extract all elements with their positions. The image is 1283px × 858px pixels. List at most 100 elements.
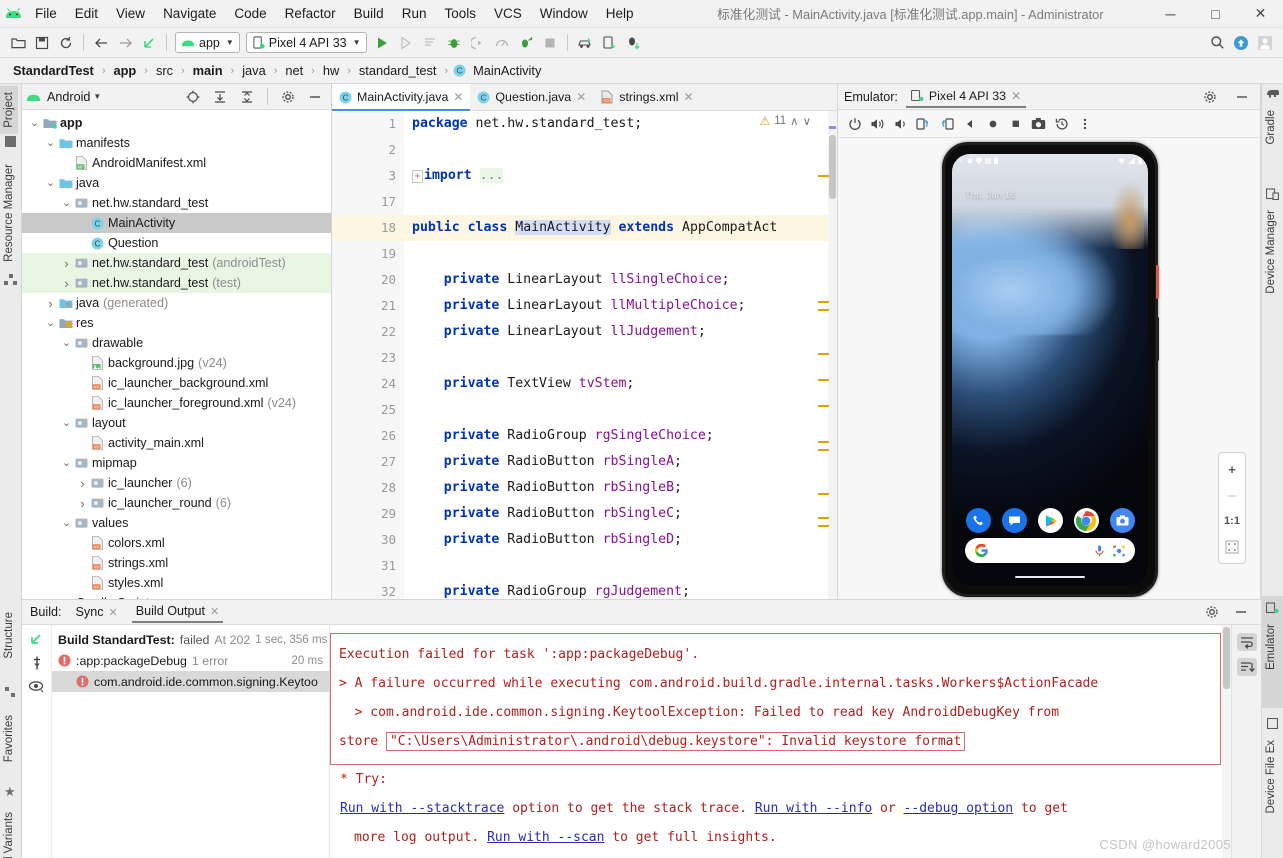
tree-row[interactable]: › ic_launcher (6): [22, 473, 331, 493]
build-log[interactable]: Execution failed for task ':app:packageD…: [330, 625, 1231, 858]
run-with-stacktrace-link[interactable]: Run with --stacktrace: [340, 801, 504, 816]
tree-row[interactable]: <> styles.xml: [22, 573, 331, 593]
build-tree-row[interactable]: com.android.ide.common.signing.Keytoo: [52, 671, 329, 692]
rotate-left-icon[interactable]: [913, 113, 934, 134]
menu-item-edit[interactable]: Edit: [66, 2, 107, 25]
settings-gear-icon[interactable]: [1200, 600, 1224, 624]
chevron-right-icon[interactable]: ›: [76, 496, 89, 511]
build-tree[interactable]: Build StandardTest: failed At 202 1 sec, 35…: [52, 625, 330, 858]
emulator-device-frame[interactable]: 1: Thu, Jun 16: [942, 142, 1159, 597]
chevron-down-icon[interactable]: ⌄: [44, 178, 57, 189]
tree-row[interactable]: ⌄ net.hw.standard_test: [22, 193, 331, 213]
tree-row[interactable]: ⌄ mipmap: [22, 453, 331, 473]
menu-item-run[interactable]: Run: [393, 2, 436, 25]
tree-row[interactable]: › net.hw.standard_test (test): [22, 273, 331, 293]
build-tree-row[interactable]: Build StandardTest: failed At 202 1 sec, 35…: [52, 629, 329, 650]
back-icon[interactable]: [959, 113, 980, 134]
emulator-stage[interactable]: 1: Thu, Jun 16 + ─ 1:1: [838, 138, 1260, 599]
chevron-right-icon[interactable]: ›: [44, 296, 57, 311]
tree-row[interactable]: C MainActivity: [22, 213, 331, 233]
profiler-icon[interactable]: [490, 31, 514, 55]
close-icon[interactable]: ✕: [453, 90, 463, 104]
sdk-manager-icon[interactable]: [597, 31, 621, 55]
tree-row[interactable]: ⌄ layout: [22, 413, 331, 433]
editor-tab-question[interactable]: C Question.java ✕: [470, 84, 593, 110]
history-icon[interactable]: [1051, 113, 1072, 134]
chevron-down-icon[interactable]: ⌄: [44, 318, 57, 329]
menu-item-help[interactable]: Help: [597, 2, 643, 25]
breadcrumb-item-net[interactable]: net: [282, 62, 306, 79]
tree-row[interactable]: ⌄ values: [22, 513, 331, 533]
debug-icon[interactable]: [442, 31, 466, 55]
code-line[interactable]: private RadioButton rbSingleA;: [404, 449, 837, 475]
build-tab-build-output[interactable]: Build Output ✕: [131, 601, 224, 623]
phone-app-icon[interactable]: [965, 508, 991, 533]
chevron-down-icon[interactable]: ⌄: [44, 138, 57, 149]
undo-icon[interactable]: [137, 31, 161, 55]
expand-all-icon[interactable]: [208, 85, 232, 109]
menu-item-build[interactable]: Build: [345, 2, 393, 25]
code-line[interactable]: private LinearLayout llMultipleChoice;: [404, 293, 837, 319]
run-with-scan-link[interactable]: Run with --scan: [487, 830, 604, 845]
menu-item-view[interactable]: View: [107, 2, 154, 25]
code-line[interactable]: [404, 241, 837, 267]
code-line[interactable]: [404, 137, 837, 163]
tree-row[interactable]: <> activity_main.xml: [22, 433, 331, 453]
scrollbar-thumb[interactable]: [829, 135, 836, 199]
tree-row[interactable]: › ic_launcher_round (6): [22, 493, 331, 513]
build-tree-row[interactable]: :app:packageDebug 1 error 20 ms: [52, 650, 329, 671]
menu-item-code[interactable]: Code: [225, 2, 275, 25]
module-selector[interactable]: app ▼: [175, 32, 240, 53]
breadcrumb-item-src[interactable]: src: [153, 62, 176, 79]
rail-tab-project[interactable]: Project: [0, 86, 18, 134]
apply-changes-icon[interactable]: [514, 31, 538, 55]
rail-tab-device-file-explorer[interactable]: Device File Ex: [1262, 734, 1280, 820]
scrollbar-thumb[interactable]: [1223, 627, 1230, 689]
power-button[interactable]: [1156, 265, 1159, 299]
breadcrumb-item-mainactivity[interactable]: C MainActivity: [453, 62, 544, 79]
tree-row[interactable]: <> ic_launcher_background.xml: [22, 373, 331, 393]
fit-to-window-button[interactable]: [1219, 535, 1245, 559]
device-screen[interactable]: 1: Thu, Jun 16: [952, 154, 1148, 585]
tree-row[interactable]: <> strings.xml: [22, 553, 331, 573]
code-line[interactable]: public class MainActivity extends AppCom…: [404, 215, 837, 241]
code-line[interactable]: private RadioGroup rgSingleChoice;: [404, 423, 837, 449]
filter-eye-icon[interactable]: [28, 679, 45, 693]
menu-item-vcs[interactable]: VCS: [485, 2, 531, 25]
close-icon[interactable]: ✕: [109, 606, 118, 619]
menu-item-window[interactable]: Window: [531, 2, 597, 25]
maximize-button[interactable]: □: [1193, 0, 1238, 28]
tree-row[interactable]: › java (generated): [22, 293, 331, 313]
more-icon[interactable]: [1074, 113, 1095, 134]
mic-icon[interactable]: [1095, 545, 1104, 557]
menu-item-refactor[interactable]: Refactor: [276, 2, 345, 25]
code-line[interactable]: private LinearLayout llJudgement;: [404, 319, 837, 345]
hide-icon[interactable]: [303, 85, 327, 109]
stop-icon[interactable]: [538, 31, 562, 55]
restart-build-icon[interactable]: [29, 631, 45, 647]
tree-row[interactable]: ⌄ java: [22, 173, 331, 193]
chevron-right-icon[interactable]: ›: [76, 476, 89, 491]
play-store-app-icon[interactable]: [1037, 508, 1063, 533]
rail-tab-build-variants[interactable]: ild Variants: [0, 806, 18, 858]
back-arrow-icon[interactable]: [89, 31, 113, 55]
code-line[interactable]: private RadioGroup rgJudgement;: [404, 579, 837, 599]
hide-icon[interactable]: [1230, 85, 1254, 109]
tree-row[interactable]: ⌄ drawable: [22, 333, 331, 353]
project-tree[interactable]: ⌄ app ⌄ manifests MF AndroidManifest.xml ⌄ java…: [22, 110, 331, 599]
code-line[interactable]: private LinearLayout llSingleChoice;: [404, 267, 837, 293]
build-log-scrollbar[interactable]: [1222, 625, 1231, 858]
select-opened-file-icon[interactable]: [181, 85, 205, 109]
rotate-right-icon[interactable]: [936, 113, 957, 134]
open-folder-icon[interactable]: [6, 31, 30, 55]
attach-debugger-icon[interactable]: [394, 31, 418, 55]
save-all-icon[interactable]: [30, 31, 54, 55]
sync-gradle-icon[interactable]: [621, 31, 645, 55]
rail-tab-structure[interactable]: Structure: [0, 606, 18, 665]
run-with-info-link[interactable]: Run with --info: [755, 801, 872, 816]
breadcrumb-item-java[interactable]: java: [239, 62, 268, 79]
debug-option-link[interactable]: --debug option: [904, 801, 1014, 816]
hide-icon[interactable]: [1229, 600, 1253, 624]
rail-tab-device-manager[interactable]: Device Manager: [1262, 204, 1280, 300]
code-line[interactable]: private RadioButton rbSingleB;: [404, 475, 837, 501]
